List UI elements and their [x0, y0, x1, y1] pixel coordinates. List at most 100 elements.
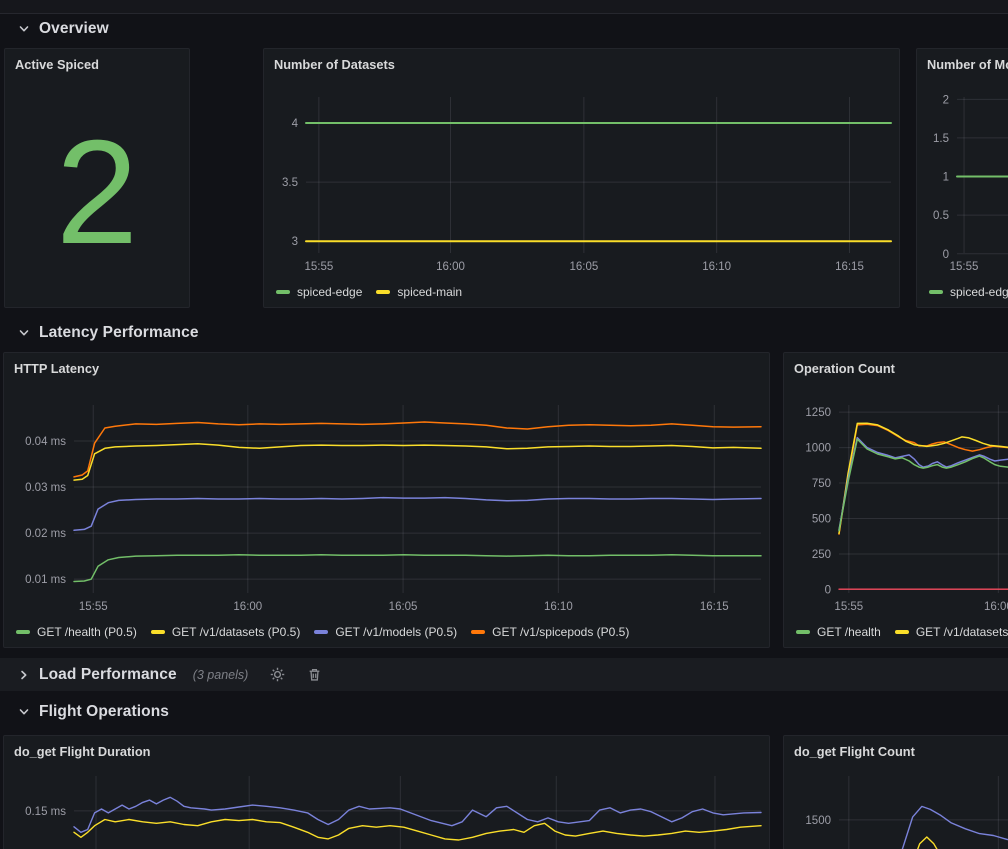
legend-item[interactable]: spiced-main: [376, 285, 462, 299]
section-row-flight-operations[interactable]: Flight Operations: [0, 697, 1008, 727]
section-row-latency-performance[interactable]: Latency Performance: [0, 318, 1008, 348]
chart-flight-duration[interactable]: 15:5516:0016:0516:1016:150.15 ms: [4, 768, 769, 849]
chart-canvas: 15:5516:0016:0516:1000.511.52: [917, 79, 1008, 279]
legend-label: GET /v1/models (P0.5): [335, 625, 457, 639]
panel-operation-count: Operation Count 15:5516:0016:0516:1016:1…: [783, 352, 1008, 648]
x-tick-label: 15:55: [834, 601, 863, 613]
section-label-overview: Overview: [39, 20, 109, 38]
y-tick-label: 500: [812, 514, 831, 526]
y-tick-label: 1500: [805, 815, 831, 827]
legend-item[interactable]: GET /health (P0.5): [16, 625, 137, 639]
legend-swatch: [151, 630, 165, 634]
legend-swatch: [929, 290, 943, 294]
legend-item[interactable]: GET /v1/spicepods (P0.5): [471, 625, 629, 639]
legend-operation-count: GET /healthGET /v1/datasetsGET /v1/model…: [784, 617, 1008, 647]
chart-flight-count[interactable]: 15:5516:0016:0516:1016:151500: [784, 768, 1008, 849]
legend-item[interactable]: spiced-edge: [929, 285, 1008, 299]
grafana-dashboard: Overview Active Spiced 2 Number of Datas…: [0, 0, 1008, 849]
chart-operation-count[interactable]: 15:5516:0016:0516:1016:15025050075010001…: [784, 391, 1008, 619]
chevron-down-icon[interactable]: [18, 706, 30, 718]
series-GET /v1/spicepods: [839, 424, 1008, 534]
series-blue: [74, 797, 761, 832]
chevron-down-icon[interactable]: [18, 327, 30, 339]
x-tick-label: 16:10: [544, 601, 573, 613]
series-GET /v1/models: [839, 438, 1008, 530]
x-tick-label: 15:55: [950, 261, 979, 273]
stat-value: 2: [5, 79, 189, 307]
series-GET /v1/models (P0.5): [74, 498, 761, 531]
y-tick-label: 1250: [805, 407, 831, 419]
panel-title-number-of-models[interactable]: Number of Models: [917, 49, 1008, 79]
legend-label: GET /v1/spicepods (P0.5): [492, 625, 629, 639]
y-tick-label: 1: [943, 172, 949, 184]
legend-item[interactable]: GET /v1/models (P0.5): [314, 625, 457, 639]
panel-number-of-models: Number of Models 15:5516:0016:0516:1000.…: [916, 48, 1008, 308]
panel-active-spiced: Active Spiced 2: [4, 48, 190, 308]
section-row-overview[interactable]: Overview: [0, 14, 1008, 44]
x-tick-label: 16:05: [389, 601, 418, 613]
legend-item[interactable]: GET /health: [796, 625, 881, 639]
x-tick-label: 16:15: [835, 261, 864, 273]
legend-item[interactable]: spiced-edge: [276, 285, 362, 299]
section-row-load-performance[interactable]: Load Performance (3 panels): [0, 658, 1008, 691]
chart-canvas: 15:5516:0016:0516:1016:150.01 ms0.02 ms0…: [4, 391, 769, 619]
chevron-right-icon[interactable]: [18, 669, 30, 681]
chart-canvas: 15:5516:0016:0516:1016:1533.54: [264, 79, 899, 279]
panel-title-number-of-datasets[interactable]: Number of Datasets: [264, 49, 899, 79]
y-tick-label: 1.5: [933, 133, 949, 145]
legend-label: spiced-edge: [297, 285, 362, 299]
y-tick-label: 2: [943, 94, 949, 106]
y-tick-label: 250: [812, 549, 831, 561]
legend-swatch: [16, 630, 30, 634]
series-blue: [881, 806, 1008, 849]
legend-number-of-datasets: spiced-edge spiced-main: [264, 277, 899, 307]
x-tick-label: 16:15: [700, 601, 729, 613]
panel-do-get-flight-duration: do_get Flight Duration 15:5516:0016:0516…: [3, 735, 770, 849]
legend-swatch: [471, 630, 485, 634]
trash-icon[interactable]: [307, 667, 322, 682]
panel-do-get-flight-count: do_get Flight Count 15:5516:0016:0516:10…: [783, 735, 1008, 849]
series-GET /v1/datasets (P0.5): [74, 444, 761, 480]
series-yellow: [74, 820, 761, 841]
legend-label: spiced-main: [397, 285, 462, 299]
x-tick-label: 16:10: [702, 261, 731, 273]
legend-label: GET /v1/datasets: [916, 625, 1008, 639]
chart-number-of-models[interactable]: 15:5516:0016:0516:1000.511.52: [917, 79, 1008, 279]
panels-count-note: (3 panels): [193, 668, 249, 682]
y-tick-label: 0.5: [933, 210, 949, 222]
legend-item[interactable]: GET /v1/datasets (P0.5): [151, 625, 301, 639]
legend-number-of-models: spiced-edge: [917, 277, 1008, 307]
y-tick-label: 0.03 ms: [25, 482, 66, 494]
legend-swatch: [276, 290, 290, 294]
chart-canvas: 15:5516:0016:0516:1016:15025050075010001…: [784, 391, 1008, 619]
chevron-down-icon[interactable]: [18, 23, 30, 35]
section-label-flight-operations: Flight Operations: [39, 703, 169, 721]
series-GET /v1/spicepods (P0.5): [74, 422, 761, 477]
y-tick-label: 4: [292, 118, 299, 130]
series-GET /health (P0.5): [74, 555, 761, 582]
x-tick-label: 15:55: [304, 261, 333, 273]
panel-http-latency: HTTP Latency 15:5516:0016:0516:1016:150.…: [3, 352, 770, 648]
y-tick-label: 0.04 ms: [25, 436, 66, 448]
y-tick-label: 0.15 ms: [25, 806, 66, 818]
chart-canvas: 15:5516:0016:0516:1016:150.15 ms: [4, 768, 769, 849]
panel-title-http-latency[interactable]: HTTP Latency: [4, 353, 769, 383]
y-tick-label: 0.02 ms: [25, 528, 66, 540]
legend-http-latency: GET /health (P0.5) GET /v1/datasets (P0.5…: [4, 617, 769, 647]
panel-title-flight-count[interactable]: do_get Flight Count: [784, 736, 1008, 766]
series-GET /v1/datasets: [839, 423, 1008, 533]
legend-label: GET /health (P0.5): [37, 625, 137, 639]
legend-item[interactable]: GET /v1/datasets: [895, 625, 1008, 639]
section-label-latency-performance: Latency Performance: [39, 324, 199, 342]
section-label-load-performance: Load Performance: [39, 666, 177, 684]
chart-number-of-datasets[interactable]: 15:5516:0016:0516:1016:1533.54: [264, 79, 899, 279]
y-tick-label: 0.01 ms: [25, 574, 66, 586]
panel-title-flight-duration[interactable]: do_get Flight Duration: [4, 736, 769, 766]
panel-title-operation-count[interactable]: Operation Count: [784, 353, 1008, 383]
panel-title-active-spiced[interactable]: Active Spiced: [5, 49, 189, 79]
gear-icon[interactable]: [270, 667, 285, 682]
top-bar: [0, 0, 1008, 14]
legend-swatch: [895, 630, 909, 634]
legend-label: spiced-edge: [950, 285, 1008, 299]
chart-http-latency[interactable]: 15:5516:0016:0516:1016:150.01 ms0.02 ms0…: [4, 391, 769, 619]
